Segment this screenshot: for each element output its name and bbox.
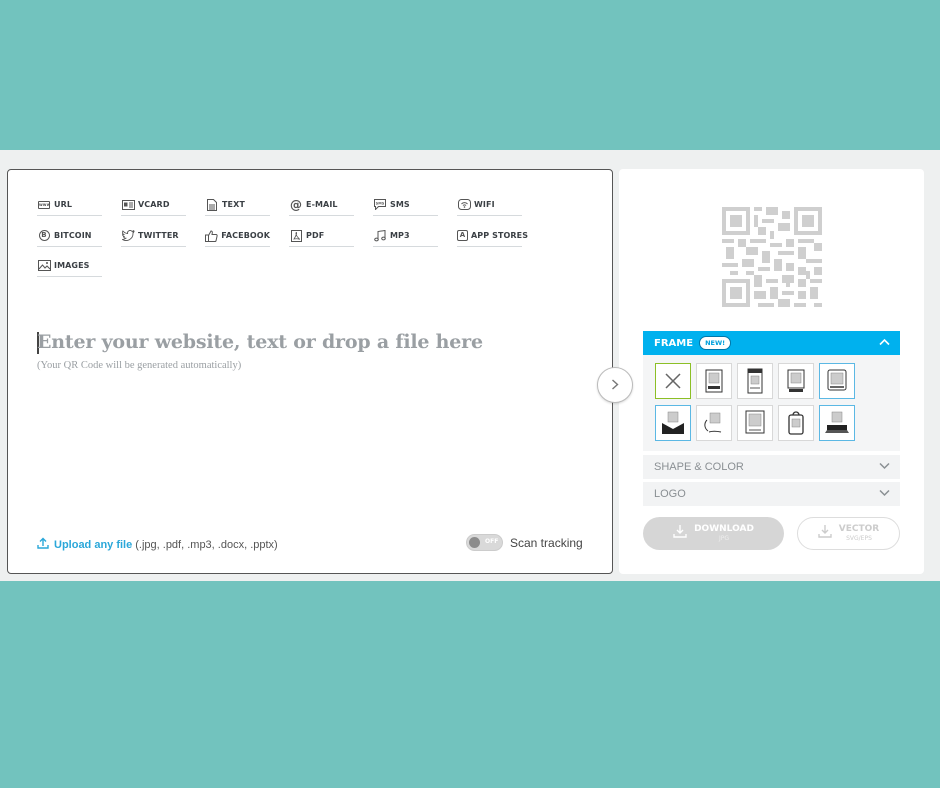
upload-file-extensions: (.jpg, .pdf, .mp3, .docx, .pptx)	[135, 538, 278, 551]
toggle-state-label: OFF	[485, 538, 499, 545]
frame-section-header[interactable]: FRAME NEW!	[643, 331, 900, 355]
upload-file-link[interactable]: Upload any file	[54, 539, 132, 551]
frame-thumbnail-icon	[787, 369, 805, 392]
twitter-icon	[121, 230, 135, 242]
app-store-icon: A	[457, 230, 468, 242]
frame-option-2[interactable]	[696, 363, 732, 399]
download-button[interactable]: DOWNLOAD JPG	[643, 517, 784, 550]
frame-thumbnail-icon	[745, 410, 765, 434]
download-icon	[673, 524, 687, 542]
image-icon	[37, 260, 51, 272]
tab-url[interactable]: www URL	[37, 194, 102, 216]
tab-email[interactable]: @ E-MAIL	[289, 194, 354, 216]
download-icon	[818, 524, 832, 542]
email-icon: @	[289, 197, 303, 212]
tab-mp3[interactable]: MP3	[373, 225, 438, 247]
frame-option-none[interactable]	[655, 363, 691, 399]
frame-option-4[interactable]	[778, 363, 814, 399]
content-input[interactable]: Enter your website, text or drop a file …	[37, 331, 483, 353]
download-label: DOWNLOAD	[694, 523, 754, 534]
frame-thumbnail-icon	[788, 411, 804, 435]
frame-thumbnail-icon	[747, 368, 763, 394]
url-icon: www	[38, 200, 51, 209]
auto-generate-hint: (Your QR Code will be generated automati…	[37, 360, 242, 371]
toggle-knob	[469, 537, 480, 548]
tab-bitcoin[interactable]: B BITCOIN	[37, 225, 102, 247]
upload-file: Upload any file (.jpg, .pdf, .mp3, .docx…	[37, 537, 278, 552]
tab-pdf[interactable]: PDF	[289, 225, 354, 247]
frame-thumbnail-icon	[705, 369, 723, 393]
tab-vcard[interactable]: VCARD	[121, 194, 186, 216]
vector-format: SVG/EPS	[846, 534, 872, 542]
frame-option-8[interactable]	[737, 405, 773, 441]
frame-option-6[interactable]	[655, 405, 691, 441]
logo-section[interactable]: LOGO	[643, 482, 900, 506]
shape-color-section[interactable]: SHAPE & COLOR	[643, 455, 900, 479]
frame-option-9[interactable]	[778, 405, 814, 441]
generate-arrow-button[interactable]	[597, 367, 633, 403]
chevron-up-icon	[879, 336, 890, 349]
chevron-down-icon	[879, 459, 890, 473]
frame-option-3[interactable]	[737, 363, 773, 399]
tab-twitter[interactable]: TWITTER	[121, 225, 186, 247]
tab-app-stores[interactable]: A APP STORES	[457, 225, 528, 247]
shape-color-label: SHAPE & COLOR	[654, 461, 744, 473]
new-badge: NEW!	[699, 336, 732, 350]
vcard-icon	[121, 199, 135, 211]
qr-content-editor: www URL VCARD TEXT @ E-MAIL SMS SMS WIFI…	[7, 169, 613, 574]
frame-option-5[interactable]	[819, 363, 855, 399]
scan-tracking-toggle[interactable]: OFF	[466, 534, 503, 551]
chevron-right-icon	[611, 376, 619, 394]
frame-thumbnail-icon	[827, 369, 847, 391]
vector-download-button[interactable]: VECTOR SVG/EPS	[797, 517, 900, 550]
chevron-down-icon	[879, 486, 890, 500]
frame-thumbnail-icon	[662, 411, 684, 434]
frame-options	[643, 355, 900, 451]
pdf-icon	[289, 229, 303, 242]
vector-label: VECTOR	[838, 523, 880, 534]
tab-text[interactable]: TEXT	[205, 194, 270, 216]
facebook-thumb-icon	[205, 229, 218, 242]
logo-label: LOGO	[654, 488, 686, 500]
music-icon	[373, 229, 387, 242]
text-icon	[205, 198, 219, 211]
frame-option-7[interactable]	[696, 405, 732, 441]
qr-code-preview	[722, 207, 822, 307]
tab-facebook[interactable]: FACEBOOK	[205, 225, 270, 247]
upload-icon	[37, 537, 49, 552]
tab-sms[interactable]: SMS SMS	[373, 194, 438, 216]
frame-thumbnail-icon	[825, 411, 849, 433]
frame-thumbnail-icon	[704, 412, 722, 433]
scan-tracking-label: Scan tracking	[510, 536, 583, 550]
bitcoin-icon: B	[37, 230, 51, 242]
download-format: JPG	[718, 534, 730, 542]
no-frame-x-icon	[665, 373, 681, 389]
tab-wifi[interactable]: WIFI	[457, 194, 522, 216]
svg-text:SMS: SMS	[376, 202, 385, 206]
frame-label: FRAME	[654, 337, 694, 349]
qr-customization-panel: FRAME NEW! SHAPE & COLOR LOGO DOWNLOAD J…	[619, 169, 924, 574]
sms-icon: SMS	[373, 199, 387, 211]
wifi-icon	[457, 199, 471, 211]
frame-option-10[interactable]	[819, 405, 855, 441]
tab-images[interactable]: IMAGES	[37, 255, 102, 277]
